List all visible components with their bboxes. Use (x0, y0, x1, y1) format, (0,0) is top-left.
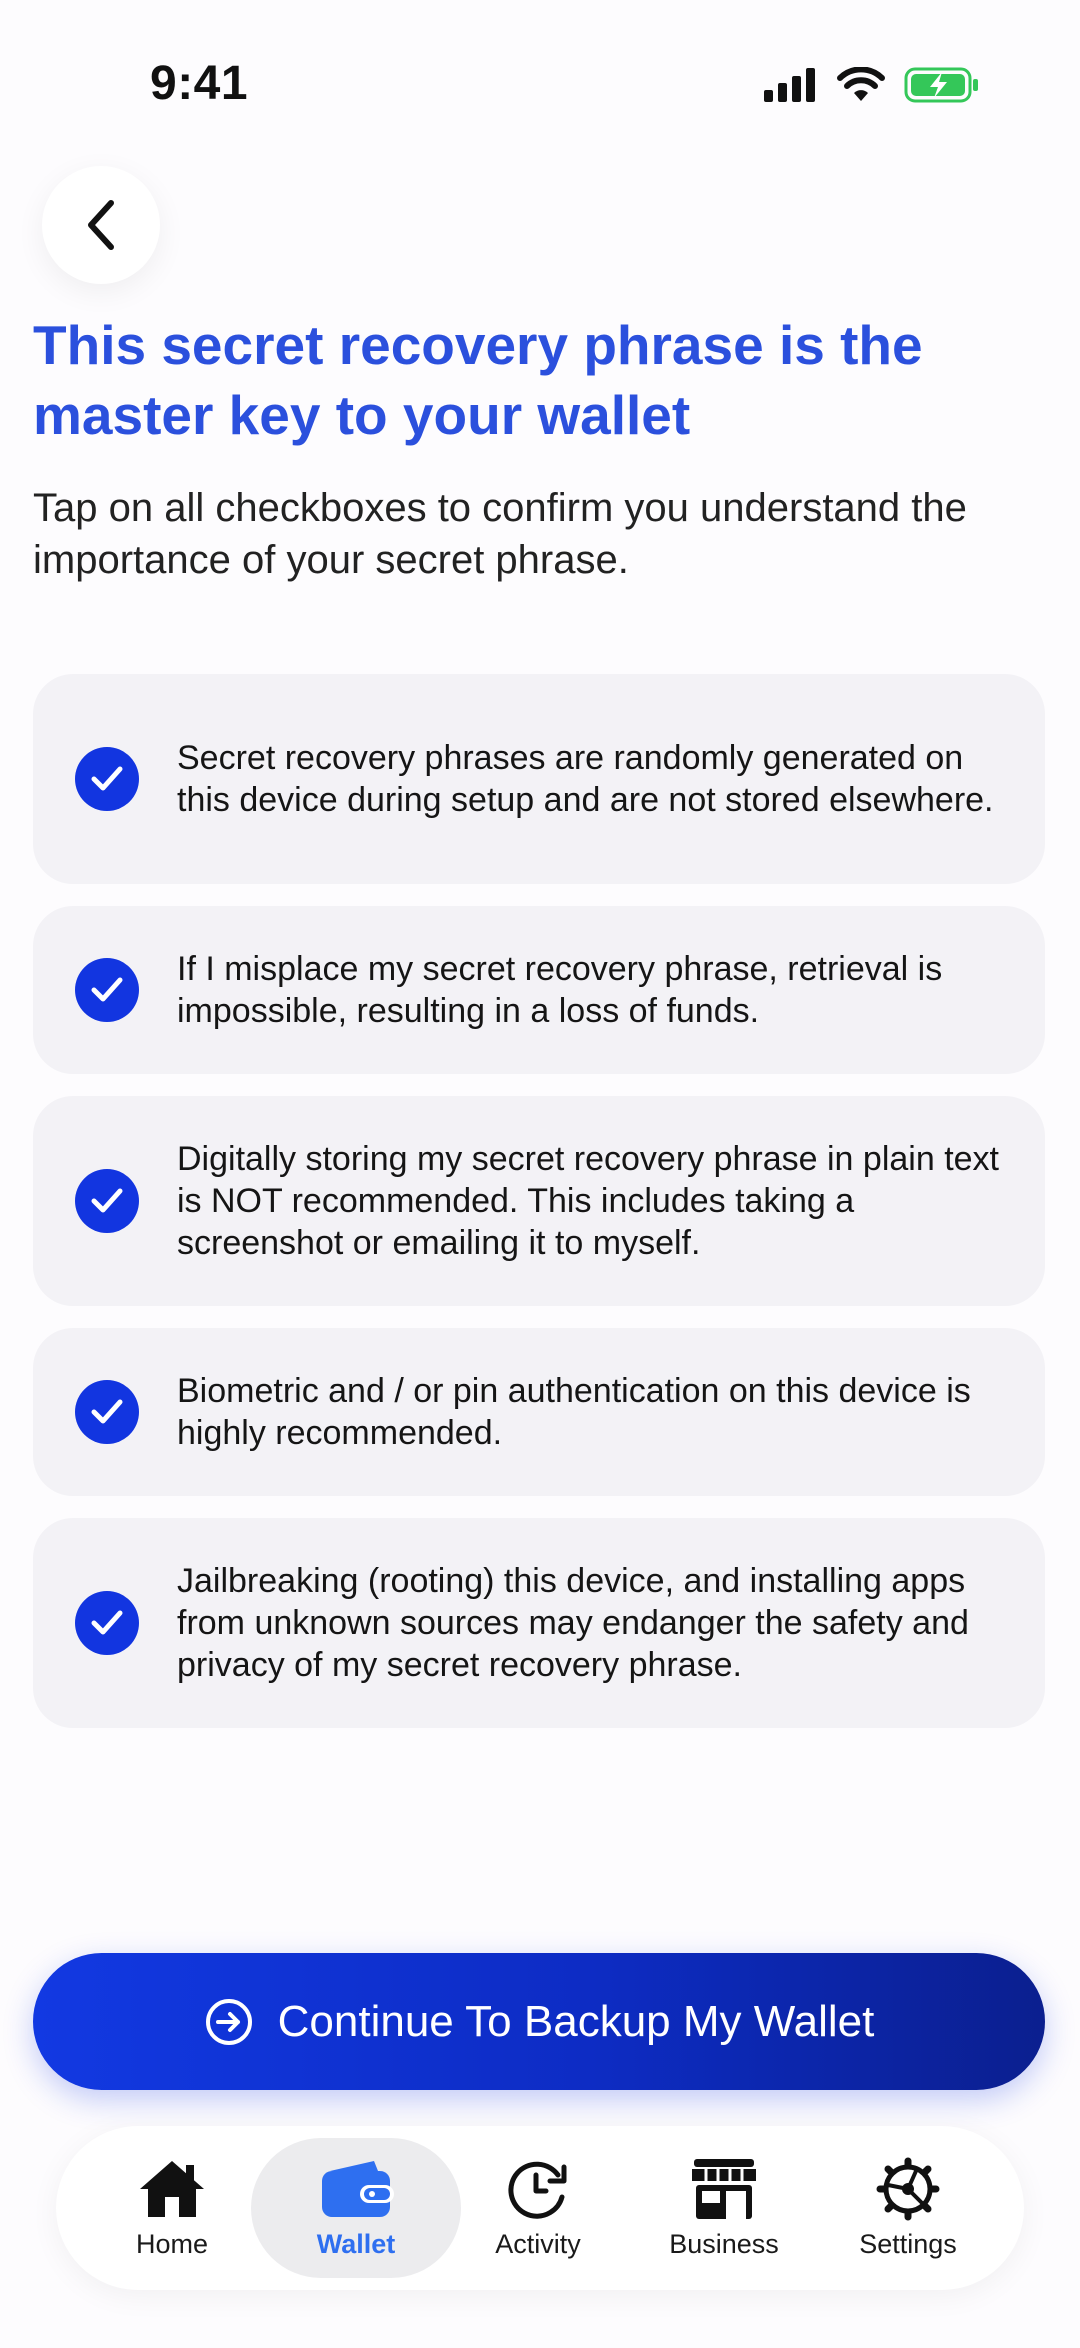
checklist-item-digital-storage[interactable]: Digitally storing my secret recovery phr… (33, 1096, 1045, 1306)
continue-backup-button[interactable]: Continue To Backup My Wallet (33, 1953, 1045, 2090)
back-button[interactable] (42, 166, 160, 284)
checklist-item-text: If I misplace my secret recovery phrase,… (177, 950, 943, 1030)
tab-label: Business (669, 2228, 779, 2259)
tab-label: Wallet (316, 2228, 396, 2259)
arrow-right-circle-icon (205, 1998, 252, 2045)
checkbox-checked-icon[interactable] (75, 747, 139, 811)
page-title: This secret recovery phrase is the maste… (33, 314, 923, 446)
tab-home[interactable]: Home (72, 2138, 272, 2278)
confirmation-checklist: Secret recovery phrases are randomly gen… (33, 674, 1045, 1750)
gear-icon (876, 2157, 940, 2220)
status-icons (764, 66, 980, 104)
tab-label: Home (135, 2228, 209, 2259)
tab-wallet[interactable]: Wallet (251, 2138, 461, 2278)
checklist-item-text: Biometric and / or pin authentication on… (177, 1372, 971, 1452)
page-subtitle: Tap on all checkboxes to confirm you und… (33, 486, 967, 582)
checkbox-checked-icon[interactable] (75, 1591, 139, 1655)
status-bar: 9:41 (0, 0, 1080, 170)
bottom-tab-bar: Home Wallet Activity Business Settings (56, 2126, 1024, 2290)
cellular-signal-icon (764, 68, 815, 102)
battery-charging-icon (904, 67, 978, 103)
status-time: 9:41 (150, 57, 249, 110)
home-icon (140, 2160, 204, 2217)
clock-icon (508, 2161, 567, 2219)
checklist-item-text: Secret recovery phrases are randomly gen… (177, 739, 994, 819)
wallet-icon (322, 2160, 394, 2217)
tab-label: Settings (859, 2228, 957, 2259)
checkbox-checked-icon[interactable] (75, 1380, 139, 1444)
store-icon (692, 2158, 756, 2219)
checklist-item-text: Jailbreaking (rooting) this device, and … (177, 1562, 969, 1684)
tab-label: Activity (495, 2228, 581, 2259)
checklist-item-random-generation[interactable]: Secret recovery phrases are randomly gen… (33, 674, 1045, 884)
checklist-item-loss-of-funds[interactable]: If I misplace my secret recovery phrase,… (33, 906, 1045, 1074)
tab-business[interactable]: Business (624, 2138, 824, 2278)
checklist-item-biometric-auth[interactable]: Biometric and / or pin authentication on… (33, 1328, 1045, 1496)
chevron-left-icon (88, 200, 114, 250)
checkbox-checked-icon[interactable] (75, 1169, 139, 1233)
checkbox-checked-icon[interactable] (75, 958, 139, 1022)
tab-activity[interactable]: Activity (438, 2138, 638, 2278)
continue-backup-label: Continue To Backup My Wallet (277, 1996, 875, 2046)
checklist-item-text: Digitally storing my secret recovery phr… (177, 1140, 999, 1262)
wifi-icon (837, 67, 885, 101)
tab-settings[interactable]: Settings (808, 2138, 1008, 2278)
checklist-item-jailbreaking[interactable]: Jailbreaking (rooting) this device, and … (33, 1518, 1045, 1728)
